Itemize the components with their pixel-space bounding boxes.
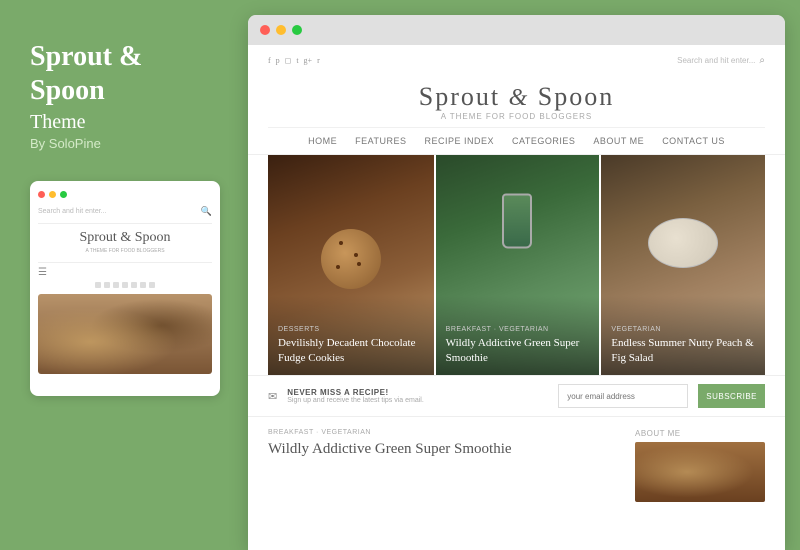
mobile-social-item [131, 282, 137, 288]
mobile-social-item [113, 282, 119, 288]
social-icon-t: t [296, 56, 298, 65]
cookie-dot [357, 262, 361, 266]
site-logo-tagline: A THEME FOR FOOD BLOGGERS [268, 112, 765, 121]
card-title-smoothie: Wildly Addictive Green Super Smoothie [446, 336, 590, 365]
mobile-social-item [95, 282, 101, 288]
mobile-social-bar [38, 282, 212, 288]
bottom-left: BREAKFAST · VEGETARIAN Wildly Addictive … [268, 429, 620, 502]
social-icon-ig: ◻ [285, 56, 292, 65]
mobile-social-item [104, 282, 110, 288]
nav-home[interactable]: HOME [308, 136, 337, 146]
about-me-image-inner [635, 442, 765, 502]
nav-categories[interactable]: CATEGORIES [512, 136, 575, 146]
cookie-circle [321, 229, 381, 289]
browser-dot-red [260, 25, 270, 35]
nav-recipe-index[interactable]: RECIPE INDEX [424, 136, 494, 146]
search-glass-icon: ⌕ [759, 55, 765, 66]
mobile-dot-green [60, 191, 67, 198]
mobile-menu-icon: ☰ [38, 267, 212, 278]
mobile-social-item [149, 282, 155, 288]
newsletter-envelope-icon: ✉ [268, 390, 277, 403]
left-panel: Sprout & Spoon Theme By SoloPine Search … [0, 0, 248, 550]
mobile-preview: Search and hit enter... 🔍 Sprout & Spoon… [30, 181, 220, 396]
browser-content: f p ◻ t g+ r Search and hit enter... ⌕ S… [248, 45, 785, 550]
card-title-cookies: Devilishly Decadent Chocolate Fudge Cook… [278, 336, 424, 365]
nav-about[interactable]: ABOUT ME [593, 136, 644, 146]
newsletter-title: NEVER MISS A RECIPE! [287, 388, 548, 397]
mobile-image-inner [38, 294, 212, 374]
mobile-search-icon: 🔍 [201, 206, 212, 217]
newsletter-text: NEVER MISS A RECIPE! Sign up and receive… [287, 388, 548, 404]
search-area[interactable]: Search and hit enter... ⌕ [677, 55, 765, 66]
site-content: DESSERTS Devilishly Decadent Chocolate F… [248, 155, 785, 550]
about-me-label: ABOUT ME [635, 429, 765, 438]
newsletter-subtitle: Sign up and receive the latest tips via … [287, 397, 548, 404]
site-top-bar: f p ◻ t g+ r Search and hit enter... ⌕ [268, 55, 765, 66]
featured-grid: DESSERTS Devilishly Decadent Chocolate F… [268, 155, 765, 375]
bottom-right: ABOUT ME [635, 429, 765, 502]
featured-card-salad[interactable]: VEGETARIAN Endless Summer Nutty Peach & … [599, 155, 765, 375]
left-title: Sprout & Spoon [30, 40, 218, 107]
mobile-logo-sub: A THEME FOR FOOD BLOGGERS [38, 248, 212, 254]
card-category-cookies: DESSERTS [278, 326, 424, 333]
newsletter-subscribe-button[interactable]: SUBSCRIBE [698, 384, 765, 408]
mobile-social-item [122, 282, 128, 288]
social-icon-p: p [276, 56, 280, 65]
featured-card-smoothie[interactable]: BREAKFAST · VEGETARIAN Wildly Addictive … [434, 155, 600, 375]
site-logo[interactable]: Sprout & Spoon [268, 82, 765, 112]
social-icons: f p ◻ t g+ r [268, 56, 320, 65]
mobile-image-preview [38, 294, 212, 374]
social-icon-fb: f [268, 56, 271, 65]
browser-chrome [248, 15, 785, 45]
site-header: f p ◻ t g+ r Search and hit enter... ⌕ S… [248, 45, 785, 155]
card-overlay-cookies: DESSERTS Devilishly Decadent Chocolate F… [268, 296, 434, 375]
post-category-tag: BREAKFAST · VEGETARIAN [268, 429, 620, 436]
about-me-image [635, 442, 765, 502]
newsletter-email-input[interactable] [558, 384, 688, 408]
left-by: By SoloPine [30, 136, 218, 151]
mobile-search-text: Search and hit enter... [38, 208, 107, 215]
card-title-salad: Endless Summer Nutty Peach & Fig Salad [611, 336, 755, 365]
social-icon-g: g+ [304, 56, 313, 65]
mobile-dot-yellow [49, 191, 56, 198]
newsletter-bar: ✉ NEVER MISS A RECIPE! Sign up and recei… [248, 375, 785, 417]
mobile-divider [38, 262, 212, 263]
card-category-salad: VEGETARIAN [611, 326, 755, 333]
cookie-dot [336, 265, 340, 269]
left-subtitle: Theme [30, 111, 218, 134]
mobile-window-dots [38, 191, 212, 198]
salad-decoration [648, 218, 718, 268]
mobile-dot-red [38, 191, 45, 198]
card-overlay-salad: VEGETARIAN Endless Summer Nutty Peach & … [601, 296, 765, 375]
card-overlay-smoothie: BREAKFAST · VEGETARIAN Wildly Addictive … [436, 296, 600, 375]
nav-contact[interactable]: CONTACT US [662, 136, 725, 146]
post-title-main[interactable]: Wildly Addictive Green Super Smoothie [268, 440, 620, 460]
smoothie-decoration [502, 194, 532, 249]
cookie-dot [354, 253, 358, 257]
browser-dot-yellow [276, 25, 286, 35]
browser-dot-green [292, 25, 302, 35]
cookie-dot [339, 241, 343, 245]
site-logo-area: Sprout & Spoon A THEME FOR FOOD BLOGGERS [268, 74, 765, 127]
cookie-decoration [321, 229, 381, 289]
browser-window: f p ◻ t g+ r Search and hit enter... ⌕ S… [248, 15, 785, 550]
social-icon-rss: r [317, 56, 320, 65]
bottom-content: BREAKFAST · VEGETARIAN Wildly Addictive … [248, 417, 785, 502]
featured-card-cookies[interactable]: DESSERTS Devilishly Decadent Chocolate F… [268, 155, 434, 375]
card-category-smoothie: BREAKFAST · VEGETARIAN [446, 326, 590, 333]
mobile-search-bar: Search and hit enter... 🔍 [38, 206, 212, 224]
mobile-logo: Sprout & Spoon [38, 230, 212, 246]
nav-features[interactable]: FEATURES [355, 136, 406, 146]
search-label: Search and hit enter... [677, 56, 755, 65]
site-nav: HOME FEATURES RECIPE INDEX CATEGORIES AB… [268, 127, 765, 154]
mobile-social-item [140, 282, 146, 288]
